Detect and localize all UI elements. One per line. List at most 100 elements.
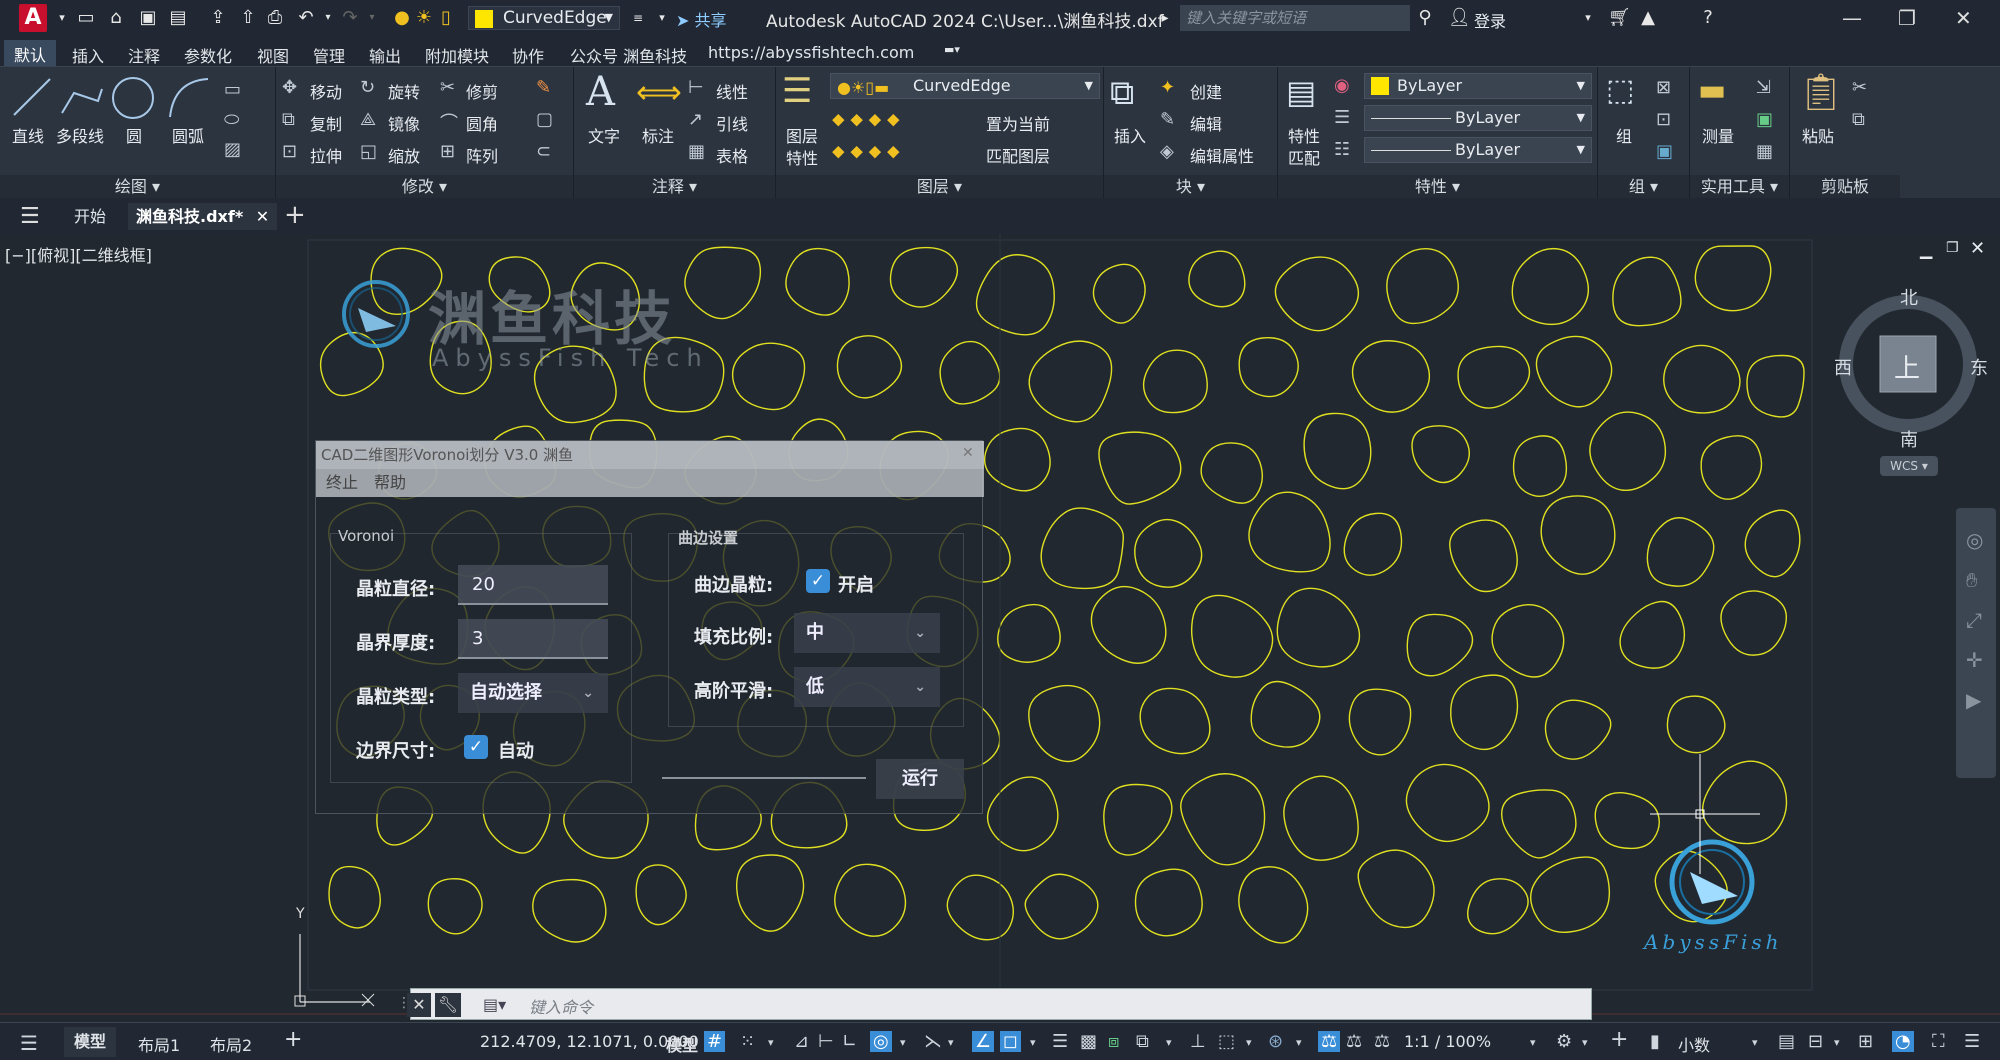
viewport-controls[interactable]: [−][俯视][二维线框] [5,242,152,266]
groups-panel-title[interactable]: 组 ▾ [1598,175,1689,199]
polyline-icon[interactable] [58,75,106,119]
pan-icon[interactable]: ✋︎ [1966,568,1977,592]
transparency-icon[interactable]: ▩ [1080,1031,1097,1052]
drawing-canvas[interactable]: [−][俯视][二维线框] ▁ ❐ ✕ 渊鱼科技 AbyssFish Tech … [0,234,2000,1020]
tab-parametric[interactable]: 参数化 [184,43,232,67]
hamburger-icon[interactable]: ☰ [20,1031,38,1055]
polyline-button[interactable]: 多段线 [56,123,104,147]
match-properties-icon[interactable]: ▤ [1286,73,1316,111]
array-button[interactable]: 阵列 [466,143,498,167]
workspace-gear-icon[interactable]: ⚙ [1556,1031,1572,1052]
color-select[interactable]: ByLayer ▼ [1364,73,1592,99]
wcs-menu[interactable]: WCS ▾ [1880,456,1938,476]
modify-panel-title[interactable]: 修改 ▾ [276,175,573,199]
rectangle-icon[interactable]: ▭ [224,79,241,100]
group-button[interactable]: 组 [1616,123,1632,147]
bulb-icon[interactable]: ● [392,8,412,28]
scale-button[interactable]: 缩放 [388,143,420,167]
properties-panel-title[interactable]: 特性 ▾ [1278,175,1597,199]
model-space-button[interactable]: 模型 [666,1032,698,1056]
new-file-icon[interactable]: ▭ [76,8,96,28]
clean-screen-icon[interactable]: ⛶ [1932,1031,1945,1052]
viewport-close-icon[interactable]: ✕ [1970,238,1985,259]
gizmo-icon[interactable]: ⊛ [1268,1031,1283,1052]
layer-tools-icons-2[interactable]: ⬥ ⬥ ⬥ ⬥ [832,141,900,162]
application-menu-button[interactable]: A [19,4,47,32]
chevron-down-icon[interactable]: ▾ [768,1036,774,1049]
annotation-visibility-icon[interactable]: ⚖ [1318,1031,1341,1052]
explode-icon[interactable]: ▢ [536,109,553,130]
login-button[interactable]: 登录 [1474,8,1506,32]
zoom-extents-icon[interactable]: ⤢ [1966,608,1982,632]
chevron-down-icon[interactable]: ▾ [1030,1036,1036,1049]
annotation-scale-icon[interactable]: ⚖ [1374,1031,1390,1052]
selection-filter-icon[interactable]: ⬚ [1218,1031,1235,1052]
undo-dropdown-icon[interactable]: ▾ [318,8,338,28]
layer-properties-icon[interactable]: ☰ [782,71,812,111]
erase-icon[interactable]: ✎ [536,77,551,98]
infer-constraints-icon[interactable]: ⊿ [794,1031,809,1052]
menu-help[interactable]: 帮助 [374,469,406,497]
close-tab-icon[interactable]: ✕ [256,203,269,230]
line-icon[interactable] [10,75,54,119]
boundary-thickness-input[interactable]: 3 [458,619,608,659]
block-panel-title[interactable]: 块 ▾ [1104,175,1277,199]
dialog-close-icon[interactable]: ✕ [962,445,974,461]
dynamic-input-icon[interactable]: ⊢ [818,1031,834,1052]
layers-panel-title[interactable]: 图层 ▾ [776,175,1103,199]
tab-layout1[interactable]: 布局1 [138,1032,180,1056]
group-edit-icon[interactable]: ⊡ [1656,109,1671,130]
calculator-icon[interactable]: ▦ [1756,141,1773,162]
hamburger-icon[interactable]: ☰ [20,204,40,229]
tab-insert[interactable]: 插入 [72,43,104,67]
cart-icon[interactable]: 🛒︎ [1608,8,1631,28]
auto-scale-icon[interactable]: ⚖ [1346,1031,1362,1052]
move-button[interactable]: 移动 [310,79,342,103]
leader-button[interactable]: 引线 [716,111,748,135]
lineweight-icon[interactable]: ☷ [1334,139,1350,160]
grid-icon[interactable]: # [704,1031,726,1052]
linear-button[interactable]: 线性 [716,79,748,103]
linetype-icon[interactable]: ☰ [1334,107,1350,128]
dimension-icon[interactable]: ⟺ [636,73,682,111]
search-icon[interactable]: ⚲ [1415,8,1435,28]
tab-view[interactable]: 视图 [257,43,289,67]
selection-cycling-icon[interactable]: ⧈ [1108,1031,1119,1052]
arc-button[interactable]: 圆弧 [172,123,204,147]
new-tab-icon[interactable]: + [284,200,306,230]
chevron-down-icon[interactable]: ▾ [948,1036,954,1049]
ellipse-icon[interactable]: ⬭ [224,109,239,130]
tab-wechat[interactable]: 公众号 渊鱼科技 [570,43,687,67]
annotation-monitor-icon[interactable]: + [1610,1027,1628,1052]
showmotion-icon[interactable]: ▶ [1966,688,1981,712]
match-properties-line2[interactable]: 匹配 [1288,145,1320,169]
match-layer-button[interactable]: 匹配图层 [986,143,1050,167]
paste-button[interactable]: 粘贴 [1802,123,1834,147]
units-select[interactable]: 小数 [1678,1032,1710,1056]
dimension-button[interactable]: 标注 [642,123,674,147]
layer-select[interactable]: ●☀▯▬ CurvedEdge ▼ [830,73,1100,99]
open-folder-icon[interactable]: ⌂ [106,8,126,28]
workspace-select[interactable]: CurvedEdge ▼ [468,6,620,30]
autodesk-account-icon[interactable]: ▲ [1638,8,1658,28]
dynamic-ucs-icon[interactable]: ⊥ [1190,1031,1206,1052]
arc-icon[interactable] [166,75,212,121]
offset-icon[interactable]: ⊂ [536,141,551,162]
match-properties-line1[interactable]: 特性 [1288,123,1320,147]
tab-annotate[interactable]: 注释 [128,43,160,67]
minimize-icon[interactable]: — [1842,6,1862,30]
tab-manage[interactable]: 管理 [313,43,345,67]
line-button[interactable]: 直线 [12,123,44,147]
layer-properties-line2[interactable]: 特性 [786,145,818,169]
viewcube-top-face[interactable]: 上 [1894,348,1920,385]
close-icon[interactable]: ✕ [1955,6,1972,30]
annotation-scale[interactable]: 1:1 / 100% [1404,1032,1491,1051]
circle-icon[interactable] [110,75,156,121]
measure-icon[interactable]: ▬ [1698,73,1726,108]
chevron-down-icon[interactable]: ▾ [1166,1036,1172,1049]
undo-icon[interactable]: ↶ [296,8,316,28]
annotation-panel-title[interactable]: 注释 ▾ [574,175,775,199]
quick-select-icon[interactable]: ⇲ [1756,77,1771,98]
measure-button[interactable]: 测量 [1702,123,1734,147]
help-icon[interactable]: ? [1698,8,1718,28]
